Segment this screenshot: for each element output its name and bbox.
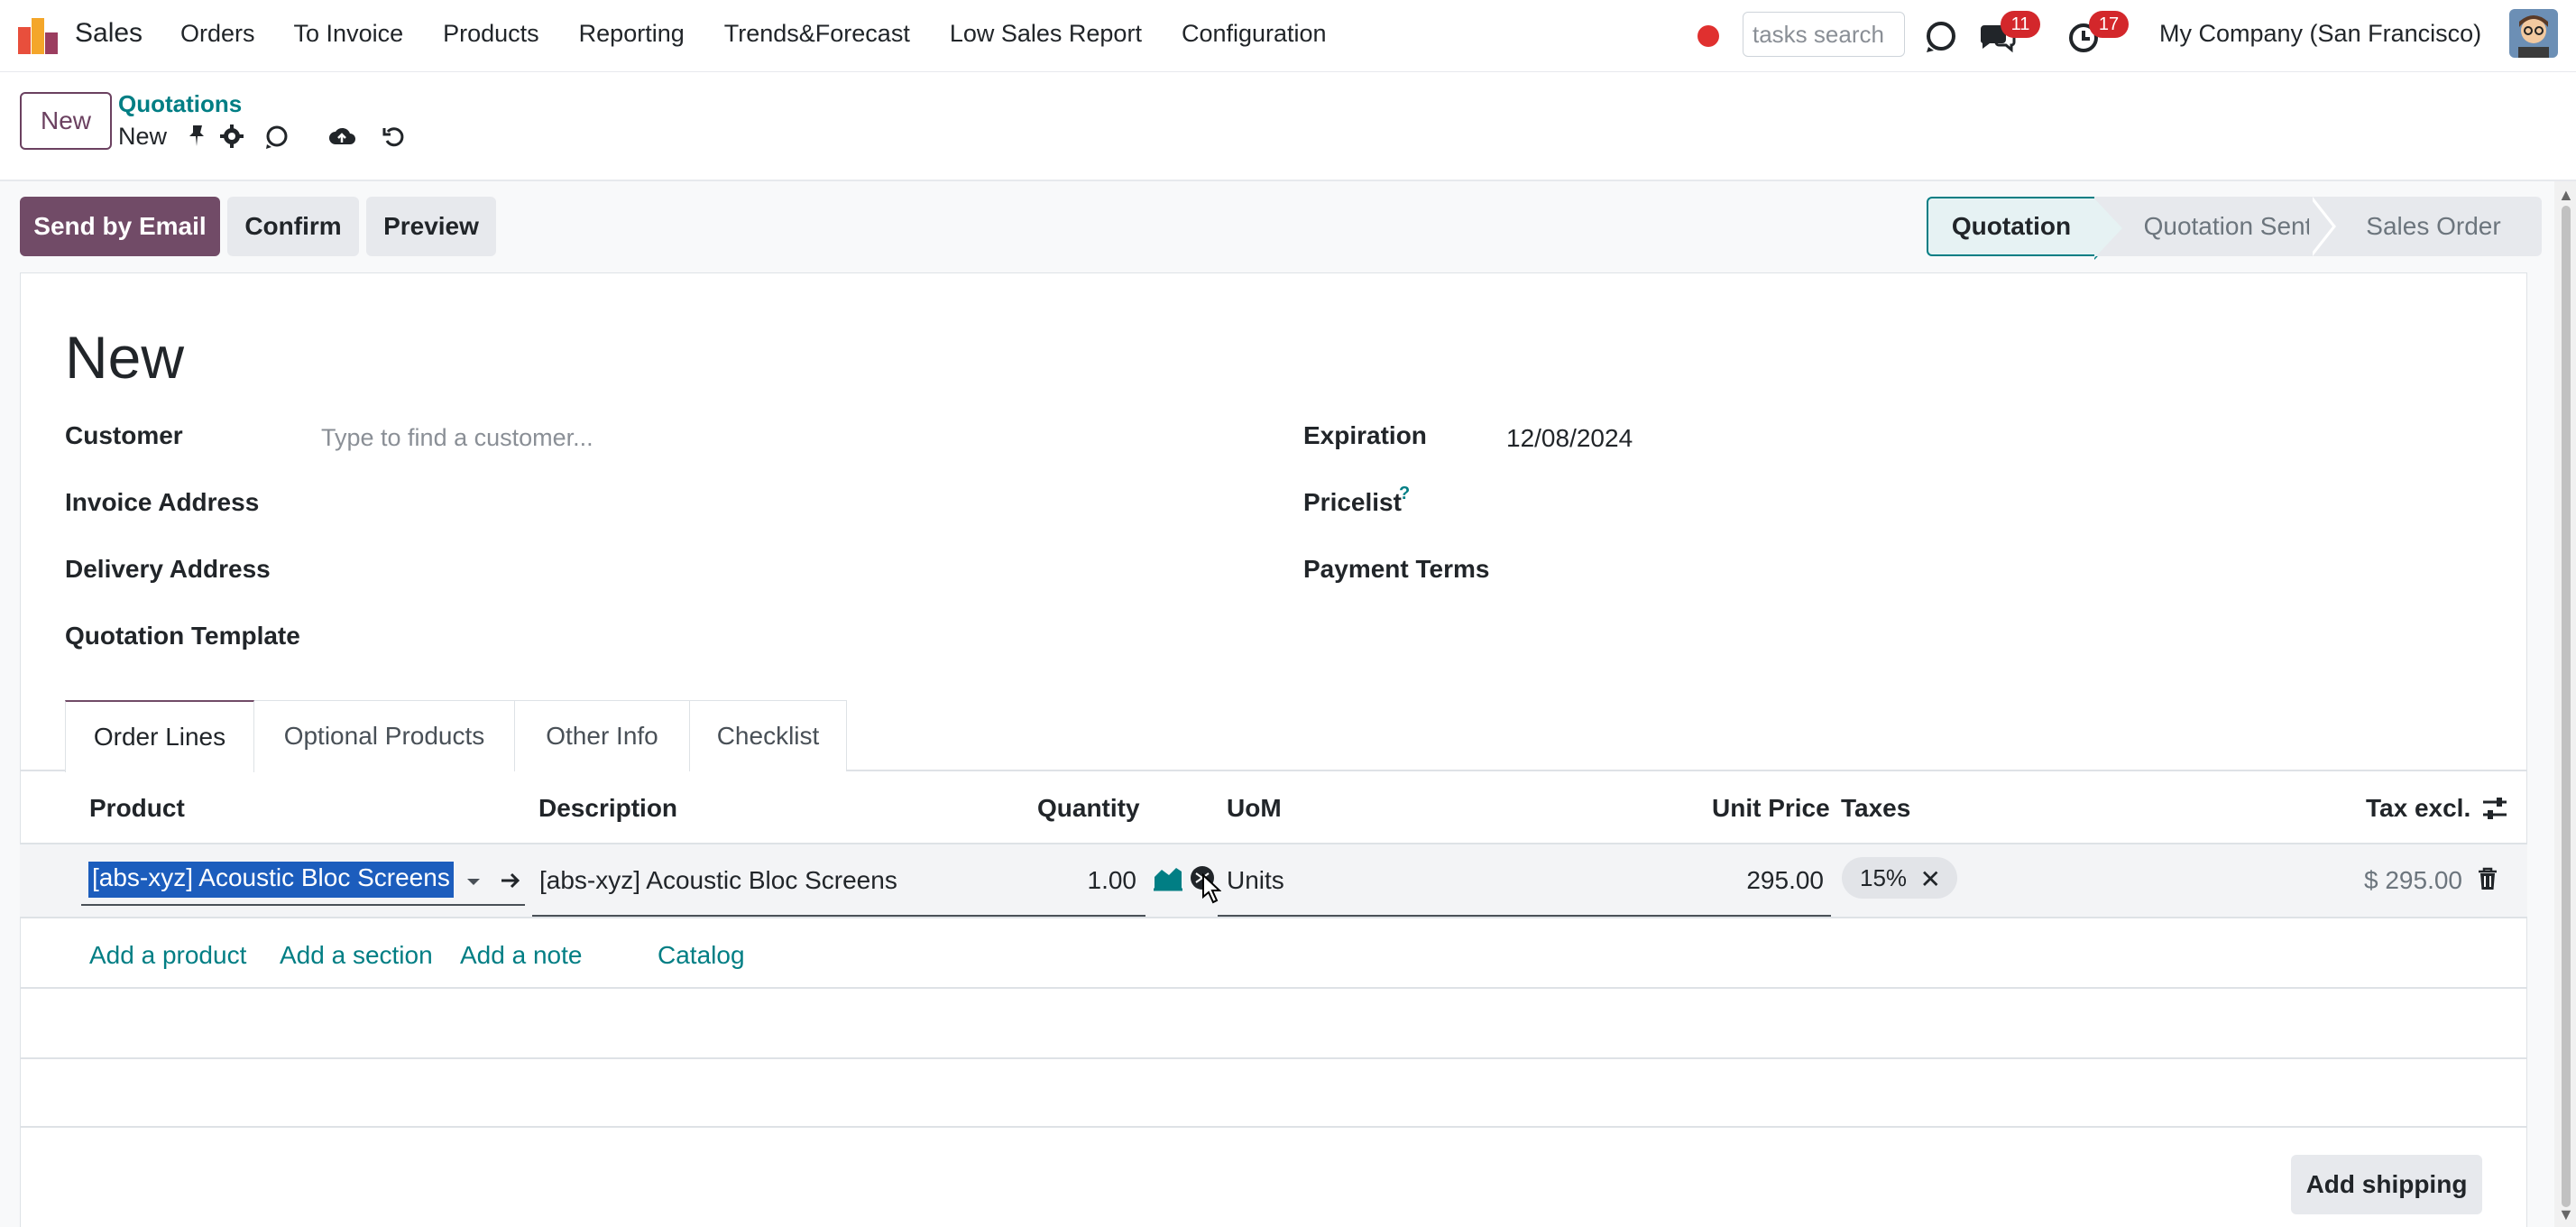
stage-quotation-sent-label: Quotation Sent (2143, 212, 2313, 240)
unit-price-cell[interactable]: 295.00 (1687, 866, 1824, 895)
breadcrumb-quotations[interactable]: Quotations (118, 90, 242, 118)
record-title: New (65, 324, 185, 391)
stage-quotation-label: Quotation (1951, 212, 2072, 240)
sync-icon[interactable] (1921, 16, 1961, 56)
stage-quotation-sent[interactable]: Quotation Sent (2094, 197, 2325, 256)
stage-quotation[interactable]: Quotation (1927, 197, 2125, 260)
uom-cell[interactable]: Units (1227, 866, 1284, 895)
new-record-button[interactable]: New (20, 92, 112, 150)
quotation-template-label: Quotation Template (65, 622, 300, 650)
scroll-up-icon[interactable]: ▲ (2558, 186, 2574, 205)
tax-tag[interactable]: 15% ✕ (1842, 857, 1957, 899)
sales-app-icon[interactable] (16, 13, 60, 56)
gear-icon[interactable] (218, 123, 245, 150)
status-bar: Quotation Quotation Sent Sales Order (1927, 197, 2542, 260)
cloud-upload-icon[interactable] (328, 123, 355, 150)
add-product-link[interactable]: Add a product (89, 941, 246, 970)
tab-checklist[interactable]: Checklist (689, 700, 847, 771)
col-description[interactable]: Description (538, 794, 677, 823)
col-unit-price[interactable]: Unit Price (1712, 794, 1830, 823)
tab-order-lines-label: Order Lines (93, 723, 226, 751)
menu-products[interactable]: Products (443, 20, 539, 48)
col-taxes[interactable]: Taxes (1841, 794, 1910, 823)
tab-checklist-label: Checklist (716, 722, 820, 750)
confirm-button[interactable]: Confirm (227, 197, 359, 256)
menu-orders[interactable]: Orders (180, 20, 255, 48)
invoice-address-label: Invoice Address (65, 488, 260, 516)
top-navbar: Sales Orders To Invoice Products Reporti… (0, 0, 2576, 72)
row-divider (20, 917, 2527, 918)
quantity-cell[interactable]: 1.00 (1037, 866, 1137, 895)
send-by-email-button[interactable]: Send by Email (20, 197, 220, 256)
user-avatar[interactable] (2509, 9, 2558, 58)
col-product[interactable]: Product (89, 794, 185, 823)
messages-badge: 11 (2001, 11, 2040, 38)
customer-input[interactable]: Type to find a customer... (321, 424, 593, 452)
tab-other-info-label: Other Info (546, 722, 658, 750)
payment-terms-label: Payment Terms (1303, 555, 1490, 583)
menu-to-invoice[interactable]: To Invoice (294, 20, 404, 48)
description-cell[interactable]: [abs-xyz] Acoustic Bloc Screens (539, 866, 897, 895)
arrow-right-icon[interactable] (498, 868, 523, 893)
pricelist-label: Pricelist (1303, 488, 1402, 516)
preview-button[interactable]: Preview (366, 197, 496, 256)
scrollbar-thumb[interactable] (2562, 206, 2571, 1207)
add-shipping-button[interactable]: Add shipping (2291, 1155, 2482, 1214)
optional-columns-icon[interactable] (2480, 794, 2509, 823)
row-divider (20, 1126, 2527, 1128)
col-tax-excl[interactable]: Tax excl. (2366, 794, 2470, 823)
customer-label: Customer (65, 421, 183, 449)
discard-icon[interactable] (381, 123, 408, 150)
row-divider (20, 1057, 2527, 1059)
tab-optional-products[interactable]: Optional Products (253, 700, 515, 771)
main-menu: Orders To Invoice Products Reporting Tre… (180, 20, 1366, 48)
pricelist-help-icon[interactable]: ? (1399, 484, 1410, 504)
app-name[interactable]: Sales (75, 18, 143, 49)
expiration-input[interactable]: 12/08/2024 (1506, 424, 1633, 453)
stage-sales-order-label: Sales Order (2366, 212, 2501, 240)
scroll-down-icon[interactable]: ▼ (2558, 1205, 2574, 1224)
company-switcher[interactable]: My Company (San Francisco) (2159, 20, 2481, 48)
catalog-link[interactable]: Catalog (658, 941, 745, 970)
stage-separator-inner (2309, 197, 2332, 256)
menu-trends-forecast[interactable]: Trends&Forecast (724, 20, 910, 48)
add-note-link[interactable]: Add a note (460, 941, 582, 970)
tab-order-lines[interactable]: Order Lines (65, 700, 254, 772)
row-divider (20, 987, 2527, 989)
menu-low-sales-report[interactable]: Low Sales Report (950, 20, 1142, 48)
tasks-search-input[interactable] (1743, 12, 1905, 57)
pin-icon[interactable] (184, 123, 211, 150)
tab-other-info[interactable]: Other Info (514, 700, 690, 771)
breadcrumb-current: New (118, 123, 168, 150)
col-quantity[interactable]: Quantity (1037, 794, 1140, 823)
menu-reporting[interactable]: Reporting (579, 20, 685, 48)
recording-indicator[interactable] (1697, 25, 1719, 47)
expiration-label: Expiration (1303, 421, 1427, 449)
caret-down-icon[interactable] (464, 872, 483, 891)
product-input-selection[interactable]: [abs-xyz] Acoustic Bloc Screens (88, 862, 454, 898)
tax-tag-label: 15% (1860, 863, 1908, 891)
stage-sales-order[interactable]: Sales Order (2325, 197, 2542, 256)
subtotal-cell: $ 295.00 (2364, 866, 2462, 894)
col-uom[interactable]: UoM (1227, 794, 1282, 823)
mouse-cursor (1202, 873, 1221, 904)
forecast-chart-icon[interactable] (1153, 864, 1183, 891)
delivery-address-label: Delivery Address (65, 555, 271, 583)
activities-badge: 17 (2089, 11, 2129, 38)
menu-configuration[interactable]: Configuration (1182, 20, 1327, 48)
remove-tax-icon[interactable]: ✕ (1920, 864, 1941, 894)
trash-icon[interactable] (2476, 866, 2499, 891)
tab-optional-products-label: Optional Products (283, 722, 485, 750)
add-section-link[interactable]: Add a section (280, 941, 433, 970)
chatter-sync-icon[interactable] (263, 123, 290, 150)
